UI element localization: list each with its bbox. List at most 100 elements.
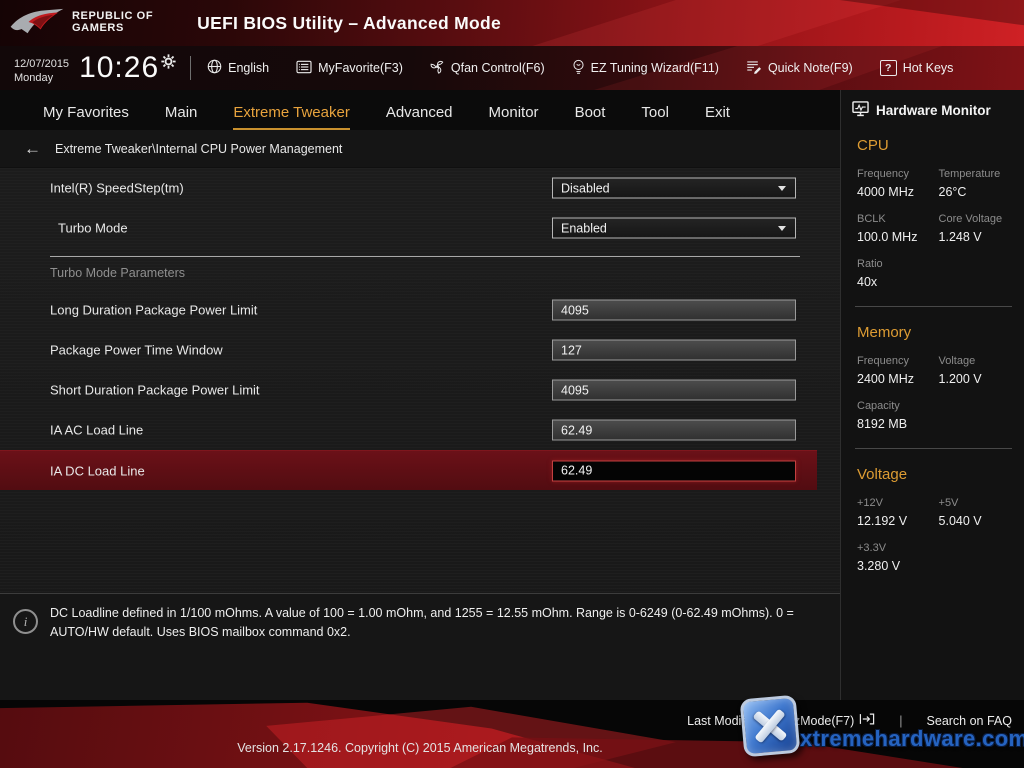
chevron-down-icon xyxy=(778,186,786,191)
tab-main[interactable]: Main xyxy=(165,104,198,130)
tab-tool[interactable]: Tool xyxy=(641,104,669,130)
main-panel: My Favorites Main Extreme Tweaker Advanc… xyxy=(0,90,840,700)
cpu-frequency: Frequency 4000 MHz xyxy=(857,168,939,199)
voltage-12v-value: 12.192 V xyxy=(857,514,939,528)
short-duration-label: Short Duration Package Power Limit xyxy=(50,383,260,398)
fan-icon xyxy=(430,59,445,77)
cpu-bclk: BCLK 100.0 MHz xyxy=(857,213,939,244)
voltage-12v: +12V 12.192 V xyxy=(857,497,939,528)
cpu-ratio-value: 40x xyxy=(857,275,939,289)
memory-voltage-label: Voltage xyxy=(939,355,1024,367)
hot-keys-label: Hot Keys xyxy=(903,61,954,75)
ia-ac-load-line-label: IA AC Load Line xyxy=(50,423,143,438)
help-text: DC Loadline defined in 1/100 mOhms. A va… xyxy=(50,604,812,643)
ez-tuning-label: EZ Tuning Wizard(F11) xyxy=(591,61,719,75)
voltage-3v3-value: 3.280 V xyxy=(857,559,939,573)
back-arrow-icon[interactable]: ← xyxy=(24,140,41,157)
sidebar-divider xyxy=(855,448,1012,449)
clock-settings-icon[interactable] xyxy=(161,54,176,74)
rog-logo xyxy=(8,6,66,43)
cpu-frequency-value: 4000 MHz xyxy=(857,185,939,199)
speedstep-label: Intel(R) SpeedStep(tm) xyxy=(50,181,184,196)
ez-tuning-wizard-button[interactable]: EZ Tuning Wizard(F11) xyxy=(572,59,719,78)
speedstep-dropdown[interactable]: Disabled xyxy=(552,178,796,199)
tab-extreme-tweaker[interactable]: Extreme Tweaker xyxy=(233,104,349,130)
qfan-label: Qfan Control(F6) xyxy=(451,61,545,75)
tab-exit[interactable]: Exit xyxy=(705,104,730,130)
setting-row-turbo-mode: Turbo Mode Enabled xyxy=(0,208,817,248)
cpu-ratio: Ratio 40x xyxy=(857,258,939,289)
tab-monitor[interactable]: Monitor xyxy=(489,104,539,130)
toolbar-divider xyxy=(190,56,191,80)
cpu-ratio-label: Ratio xyxy=(857,258,939,270)
memory-capacity: Capacity 8192 MB xyxy=(857,400,939,431)
voltage-section-title: Voltage xyxy=(841,466,1024,483)
turbo-mode-label: Turbo Mode xyxy=(58,221,128,236)
cpu-core-voltage-label: Core Voltage xyxy=(939,213,1024,225)
cpu-frequency-label: Frequency xyxy=(857,168,939,180)
language-button[interactable]: English xyxy=(207,59,269,77)
setting-row-ia-dc-load-line[interactable]: IA DC Load Line 62.49 xyxy=(0,450,817,490)
voltage-row-1: +12V 12.192 V +5V 5.040 V xyxy=(841,497,1024,528)
hardware-monitor-panel: Hardware Monitor CPU Frequency 4000 MHz … xyxy=(840,90,1024,700)
time-window-input[interactable]: 127 xyxy=(552,340,796,361)
cpu-temperature-value: 26°C xyxy=(939,185,1024,199)
memory-frequency-value: 2400 MHz xyxy=(857,372,939,386)
quick-note-button[interactable]: Quick Note(F9) xyxy=(746,60,853,77)
bulb-icon xyxy=(572,59,585,78)
tab-my-favorites[interactable]: My Favorites xyxy=(43,104,129,130)
setting-row-time-window: Package Power Time Window 127 xyxy=(0,330,817,370)
cpu-temperature-label: Temperature xyxy=(939,168,1024,180)
myfavorite-button[interactable]: MyFavorite(F3) xyxy=(296,60,403,77)
ia-dc-load-line-label: IA DC Load Line xyxy=(50,463,145,478)
hot-keys-button[interactable]: ? Hot Keys xyxy=(880,60,954,76)
cpu-bclk-value: 100.0 MHz xyxy=(857,230,939,244)
info-icon: i xyxy=(13,609,38,634)
chevron-down-icon xyxy=(778,226,786,231)
cpu-row-3: Ratio 40x xyxy=(841,258,1024,289)
tab-advanced[interactable]: Advanced xyxy=(386,104,453,130)
settings-list: Intel(R) SpeedStep(tm) Disabled Turbo Mo… xyxy=(0,168,840,490)
qfan-control-button[interactable]: Qfan Control(F6) xyxy=(430,59,545,77)
memory-voltage: Voltage 1.200 V xyxy=(939,355,1024,386)
memory-section-title: Memory xyxy=(841,324,1024,341)
setting-row-ia-ac-load-line: IA AC Load Line 62.49 xyxy=(0,410,817,450)
header-bar: REPUBLIC OF GAMERS UEFI BIOS Utility – A… xyxy=(0,0,1024,46)
long-duration-input[interactable]: 4095 xyxy=(552,300,796,321)
setting-row-short-duration: Short Duration Package Power Limit 4095 xyxy=(0,370,817,410)
sidebar-divider xyxy=(855,306,1012,307)
language-label: English xyxy=(228,61,269,75)
cpu-core-voltage: Core Voltage 1.248 V xyxy=(939,213,1024,244)
ia-ac-load-line-input[interactable]: 62.49 xyxy=(552,420,796,441)
voltage-3v3-label: +3.3V xyxy=(857,542,939,554)
page-title: UEFI BIOS Utility – Advanced Mode xyxy=(197,13,501,34)
version-text: Version 2.17.1246. Copyright (C) 2015 Am… xyxy=(0,741,840,755)
cpu-row-1: Frequency 4000 MHz Temperature 26°C xyxy=(841,168,1024,199)
date-block: 12/07/2015 Monday xyxy=(14,57,69,86)
myfavorite-label: MyFavorite(F3) xyxy=(318,61,403,75)
memory-frequency: Frequency 2400 MHz xyxy=(857,355,939,386)
setting-row-long-duration: Long Duration Package Power Limit 4095 xyxy=(0,290,817,330)
globe-icon xyxy=(207,59,222,77)
memory-capacity-label: Capacity xyxy=(857,400,939,412)
toolbar: 12/07/2015 Monday 10:26 xyxy=(0,46,1024,91)
hardware-monitor-title: Hardware Monitor xyxy=(876,103,991,118)
date-text: 12/07/2015 xyxy=(14,57,69,71)
short-duration-input[interactable]: 4095 xyxy=(552,380,796,401)
cpu-core-voltage-value: 1.248 V xyxy=(939,230,1024,244)
bios-screen: REPUBLIC OF GAMERS UEFI BIOS Utility – A… xyxy=(0,0,1024,768)
ia-dc-load-line-input[interactable]: 62.49 xyxy=(552,460,796,481)
cpu-bclk-label: BCLK xyxy=(857,213,939,225)
long-duration-label: Long Duration Package Power Limit xyxy=(50,303,257,318)
voltage-5v-label: +5V xyxy=(939,497,1024,509)
turbo-mode-dropdown[interactable]: Enabled xyxy=(552,218,796,239)
quick-note-label: Quick Note(F9) xyxy=(768,61,853,75)
brand-line-2: GAMERS xyxy=(72,23,153,35)
breadcrumb: Extreme Tweaker\Internal CPU Power Manag… xyxy=(55,142,342,156)
turbo-mode-value: Enabled xyxy=(561,221,607,235)
tab-boot[interactable]: Boot xyxy=(575,104,606,130)
memory-row-1: Frequency 2400 MHz Voltage 1.200 V xyxy=(841,355,1024,386)
day-text: Monday xyxy=(14,71,69,85)
favorites-icon xyxy=(296,60,312,77)
watermark-text: xtremehardware.com xyxy=(800,726,1024,752)
